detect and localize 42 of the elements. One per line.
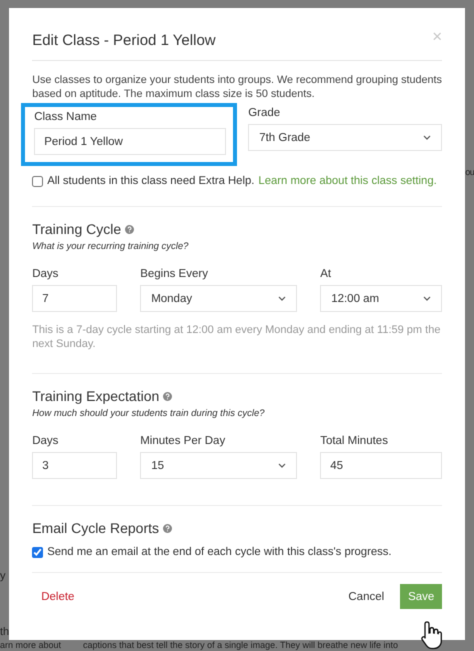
caret-icon: [423, 135, 432, 140]
section-title: Email Cycle Reports: [32, 520, 160, 536]
field-label: Days: [32, 268, 60, 280]
background-text: y: [0, 570, 6, 583]
field-label: Minutes Per Day: [140, 435, 226, 447]
checkbox-label: All students in this class need Extra Help.: [47, 175, 254, 187]
field-label: Grade: [248, 107, 282, 119]
section-title: Training Expectation: [32, 388, 160, 404]
description-text: Use classes to organize your students into groups. We recommend grouping students based on aptitude. The maximum class size is 50 students.: [32, 73, 442, 101]
section-title: Training Cycle: [32, 221, 122, 237]
input-field[interactable]: 3: [32, 452, 118, 479]
dropdown[interactable]: Monday: [140, 285, 298, 312]
field-label: Days: [32, 435, 60, 447]
background-text: arn more about: [0, 640, 62, 651]
dropdown[interactable]: 7th Grade: [248, 124, 442, 151]
checkbox-label: Send me an email at the end of each cycle with this class's progress.: [47, 546, 392, 558]
input-field[interactable]: 7: [32, 285, 118, 312]
cancel-button[interactable]: Cancel: [348, 590, 384, 602]
caret-icon: [423, 296, 432, 301]
help-icon[interactable]: [125, 224, 134, 234]
field-label: At: [320, 268, 332, 280]
background-text: th: [0, 626, 10, 639]
background-text: captions that best tell the story of a single image. They will breathe new life into: [83, 640, 398, 651]
caret-icon: [278, 463, 286, 468]
cycle-note: This is a 7-day cycle starting at 12:00 am every Monday and ending at 11:59 pm the next Sunday.: [32, 323, 442, 351]
section-subtitle: How much should your students train during this cycle?: [32, 408, 266, 419]
dialog-title: Edit Class - Period 1 Yellow: [32, 32, 216, 49]
checkbox[interactable]: [32, 176, 44, 186]
help-icon[interactable]: [163, 392, 172, 400]
dropdown[interactable]: 15: [140, 452, 298, 479]
dropdown[interactable]: 12:00 am: [320, 285, 442, 312]
input-field[interactable]: 45: [320, 452, 442, 479]
field-label: Begins Every: [140, 268, 209, 280]
caret-icon: [278, 296, 286, 301]
checkbox[interactable]: [32, 546, 44, 558]
help-icon[interactable]: [163, 524, 172, 532]
input-field[interactable]: Period 1 Yellow: [34, 128, 226, 155]
field-label: Total Minutes: [320, 435, 389, 447]
background-text: ou: [465, 166, 474, 179]
section-subtitle: What is your recurring training cycle?: [32, 241, 190, 252]
field-label: Class Name: [34, 111, 98, 123]
delete-button[interactable]: Delete: [32, 590, 74, 602]
